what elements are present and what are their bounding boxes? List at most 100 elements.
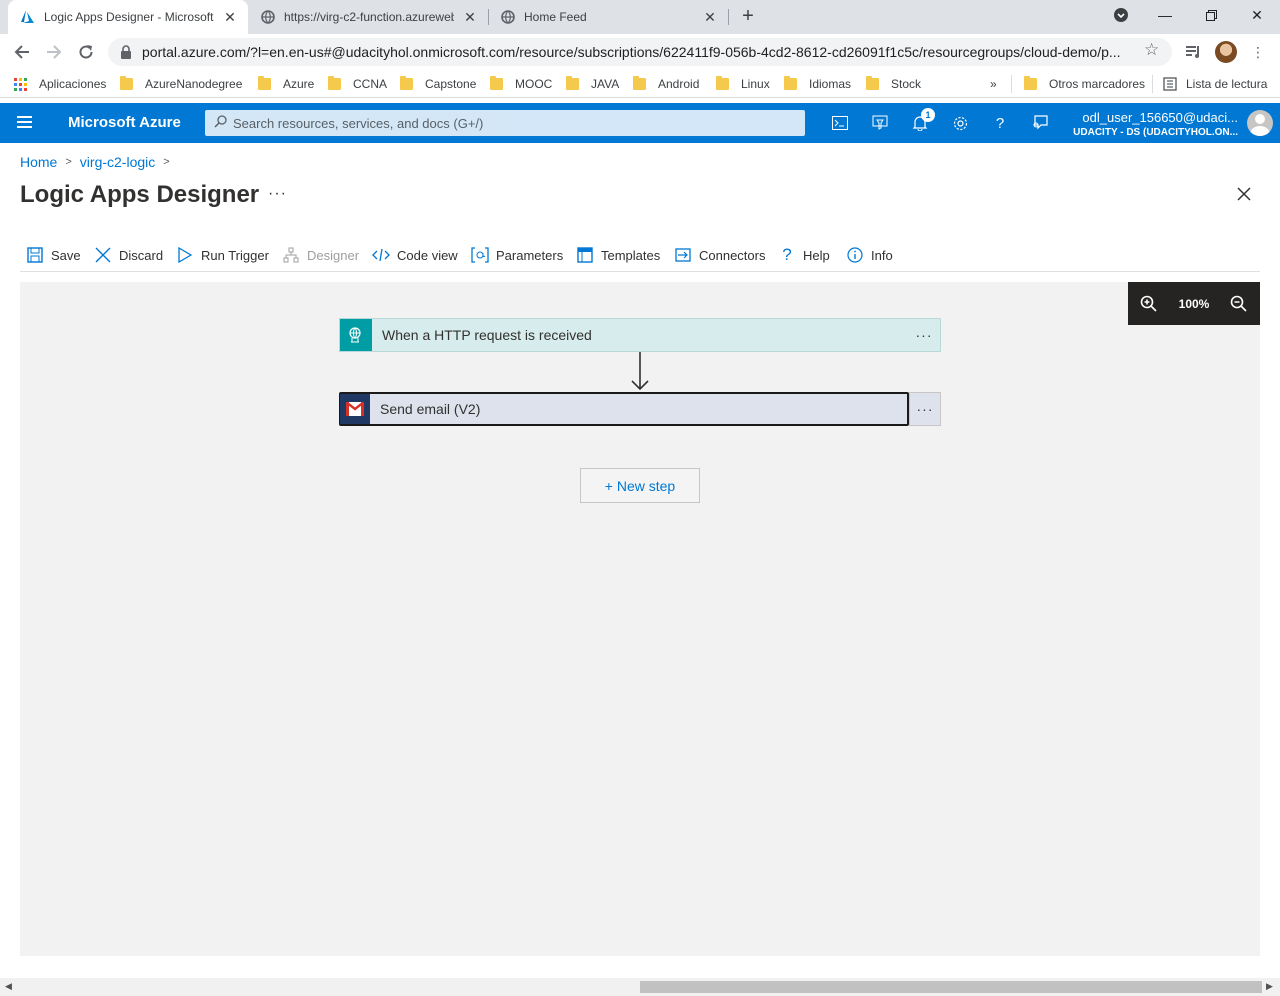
help-question-icon[interactable]: ?: [990, 113, 1010, 133]
http-request-icon: [340, 319, 372, 351]
address-bar[interactable]: portal.azure.com/?l=en.en-us#@udacityhol…: [108, 38, 1172, 66]
parameters-icon: [471, 246, 489, 264]
bookmark-folder[interactable]: AzureNanodegree: [120, 75, 242, 93]
bookmark-label: Lista de lectura: [1186, 77, 1268, 91]
bookmark-label: Aplicaciones: [39, 77, 107, 91]
folder-icon: [633, 76, 646, 90]
discard-button[interactable]: Discard: [94, 244, 163, 266]
scroll-right-icon[interactable]: ▶: [1266, 981, 1273, 992]
help-label: Help: [803, 247, 830, 263]
forward-arrow-icon[interactable]: [42, 40, 66, 64]
action-more-options-button[interactable]: ···: [909, 392, 941, 426]
bookmark-label: MOOC: [515, 77, 553, 91]
save-icon: [26, 246, 44, 264]
gmail-icon: [340, 394, 370, 424]
bookmark-folder[interactable]: Linux: [716, 75, 770, 93]
bookmarks-overflow-button[interactable]: »: [990, 75, 997, 93]
reload-icon[interactable]: [74, 40, 98, 64]
close-blade-icon[interactable]: [1233, 183, 1255, 205]
bookmark-label: Stock: [891, 77, 922, 91]
folder-icon: [1024, 76, 1037, 90]
reading-list-button[interactable]: Lista de lectura: [1152, 75, 1267, 93]
templates-icon: [576, 246, 594, 264]
new-tab-button[interactable]: +: [736, 4, 760, 28]
run-trigger-label: Run Trigger: [201, 247, 269, 263]
parameters-button[interactable]: Parameters: [471, 244, 563, 266]
close-tab-icon[interactable]: ✕: [462, 9, 478, 26]
kebab-menu-icon[interactable]: ⋮: [1248, 42, 1268, 62]
breadcrumb-logic-app-link[interactable]: virg-c2-logic: [80, 154, 155, 170]
settings-gear-icon[interactable]: [950, 113, 970, 133]
more-options-button[interactable]: ···: [268, 185, 287, 203]
hamburger-menu-icon[interactable]: [17, 116, 32, 131]
bookmark-folder[interactable]: Azure: [258, 75, 314, 93]
restore-icon[interactable]: [1188, 0, 1234, 30]
new-step-button[interactable]: + New step: [580, 468, 700, 503]
cloud-shell-icon[interactable]: [830, 113, 850, 133]
scroll-left-icon[interactable]: ◀: [5, 981, 12, 992]
folder-icon: [866, 76, 879, 90]
send-email-header[interactable]: Send email (V2): [339, 392, 909, 426]
close-tab-icon[interactable]: ✕: [702, 9, 718, 26]
horizontal-scrollbar[interactable]: ◀ ▶: [0, 978, 1280, 996]
connectors-label: Connectors: [699, 247, 766, 263]
global-search-input[interactable]: Search resources, services, and docs (G+…: [205, 110, 805, 136]
chevron-right-icon: »: [990, 77, 997, 91]
tab-home-feed[interactable]: Home Feed ✕: [488, 0, 728, 34]
profile-avatar[interactable]: [1215, 41, 1237, 63]
azure-top-bar: Microsoft Azure Search resources, servic…: [0, 103, 1280, 143]
zoom-out-icon[interactable]: [1227, 292, 1251, 316]
http-trigger-card[interactable]: When a HTTP request is received ···: [339, 318, 941, 352]
search-placeholder: Search resources, services, and docs (G+…: [233, 115, 484, 131]
bookmark-label: JAVA: [591, 77, 620, 91]
send-email-action-card[interactable]: Send email (V2) ···: [339, 392, 941, 426]
tab-search-icon[interactable]: [1098, 0, 1144, 30]
breadcrumb-home-link[interactable]: Home: [20, 154, 57, 170]
bookmark-apps[interactable]: Aplicaciones: [14, 75, 106, 93]
folder-icon: [566, 76, 579, 90]
account-avatar[interactable]: [1247, 110, 1273, 136]
bookmark-folder[interactable]: Stock: [866, 75, 921, 93]
bookmark-folder[interactable]: Android: [633, 75, 699, 93]
feedback-icon[interactable]: [1030, 113, 1050, 133]
zoom-in-icon[interactable]: [1137, 292, 1161, 316]
zoom-controls: 100%: [1128, 282, 1260, 325]
flow-arrow-down-icon: [631, 352, 649, 391]
back-arrow-icon[interactable]: [10, 40, 34, 64]
bookmark-folder[interactable]: MOOC: [490, 75, 552, 93]
info-label: Info: [871, 247, 893, 263]
code-view-button[interactable]: Code view: [372, 244, 458, 266]
tab-function-url[interactable]: https://virg-c2-function.azureweb ✕: [248, 0, 488, 34]
apps-grid-icon: [14, 77, 27, 91]
scrollbar-thumb[interactable]: [640, 981, 1262, 993]
bookmark-folder[interactable]: Idiomas: [784, 75, 851, 93]
discard-label: Discard: [119, 247, 164, 263]
account-user-name[interactable]: odl_user_156650@udaci...: [1082, 110, 1238, 125]
azure-brand[interactable]: Microsoft Azure: [68, 114, 181, 131]
connectors-button[interactable]: Connectors: [674, 244, 765, 266]
account-tenant[interactable]: UDACITY - DS (UDACITYHOL.ON...: [1073, 127, 1238, 138]
bookmark-folder[interactable]: Capstone: [400, 75, 476, 93]
save-button[interactable]: Save: [26, 244, 81, 266]
directory-filter-icon[interactable]: [870, 113, 890, 133]
bookmark-folder[interactable]: JAVA: [566, 75, 619, 93]
tab-logic-apps-designer[interactable]: Logic Apps Designer - Microsoft ✕: [8, 0, 248, 34]
bookmark-label: CCNA: [353, 77, 388, 91]
help-icon: ?: [782, 245, 792, 264]
other-bookmarks[interactable]: Otros marcadores: [1011, 75, 1145, 93]
designer-button[interactable]: Designer: [282, 244, 359, 266]
globe-icon: [260, 9, 276, 25]
help-button[interactable]: ? Help: [778, 244, 830, 266]
reading-list-icon[interactable]: [1183, 42, 1203, 62]
trigger-more-options-button[interactable]: ···: [908, 319, 940, 351]
info-button[interactable]: Info: [846, 244, 893, 266]
close-window-icon[interactable]: ✕: [1234, 0, 1280, 30]
bookmark-folder[interactable]: CCNA: [328, 75, 387, 93]
code-view-label: Code view: [397, 247, 458, 263]
templates-button[interactable]: Templates: [576, 244, 660, 266]
run-trigger-button[interactable]: Run Trigger: [176, 244, 269, 266]
close-tab-icon[interactable]: ✕: [222, 9, 238, 26]
bookmark-star-icon[interactable]: ☆: [1144, 40, 1159, 60]
minimize-icon[interactable]: —: [1142, 0, 1188, 30]
bookmark-label: Capstone: [425, 77, 477, 91]
